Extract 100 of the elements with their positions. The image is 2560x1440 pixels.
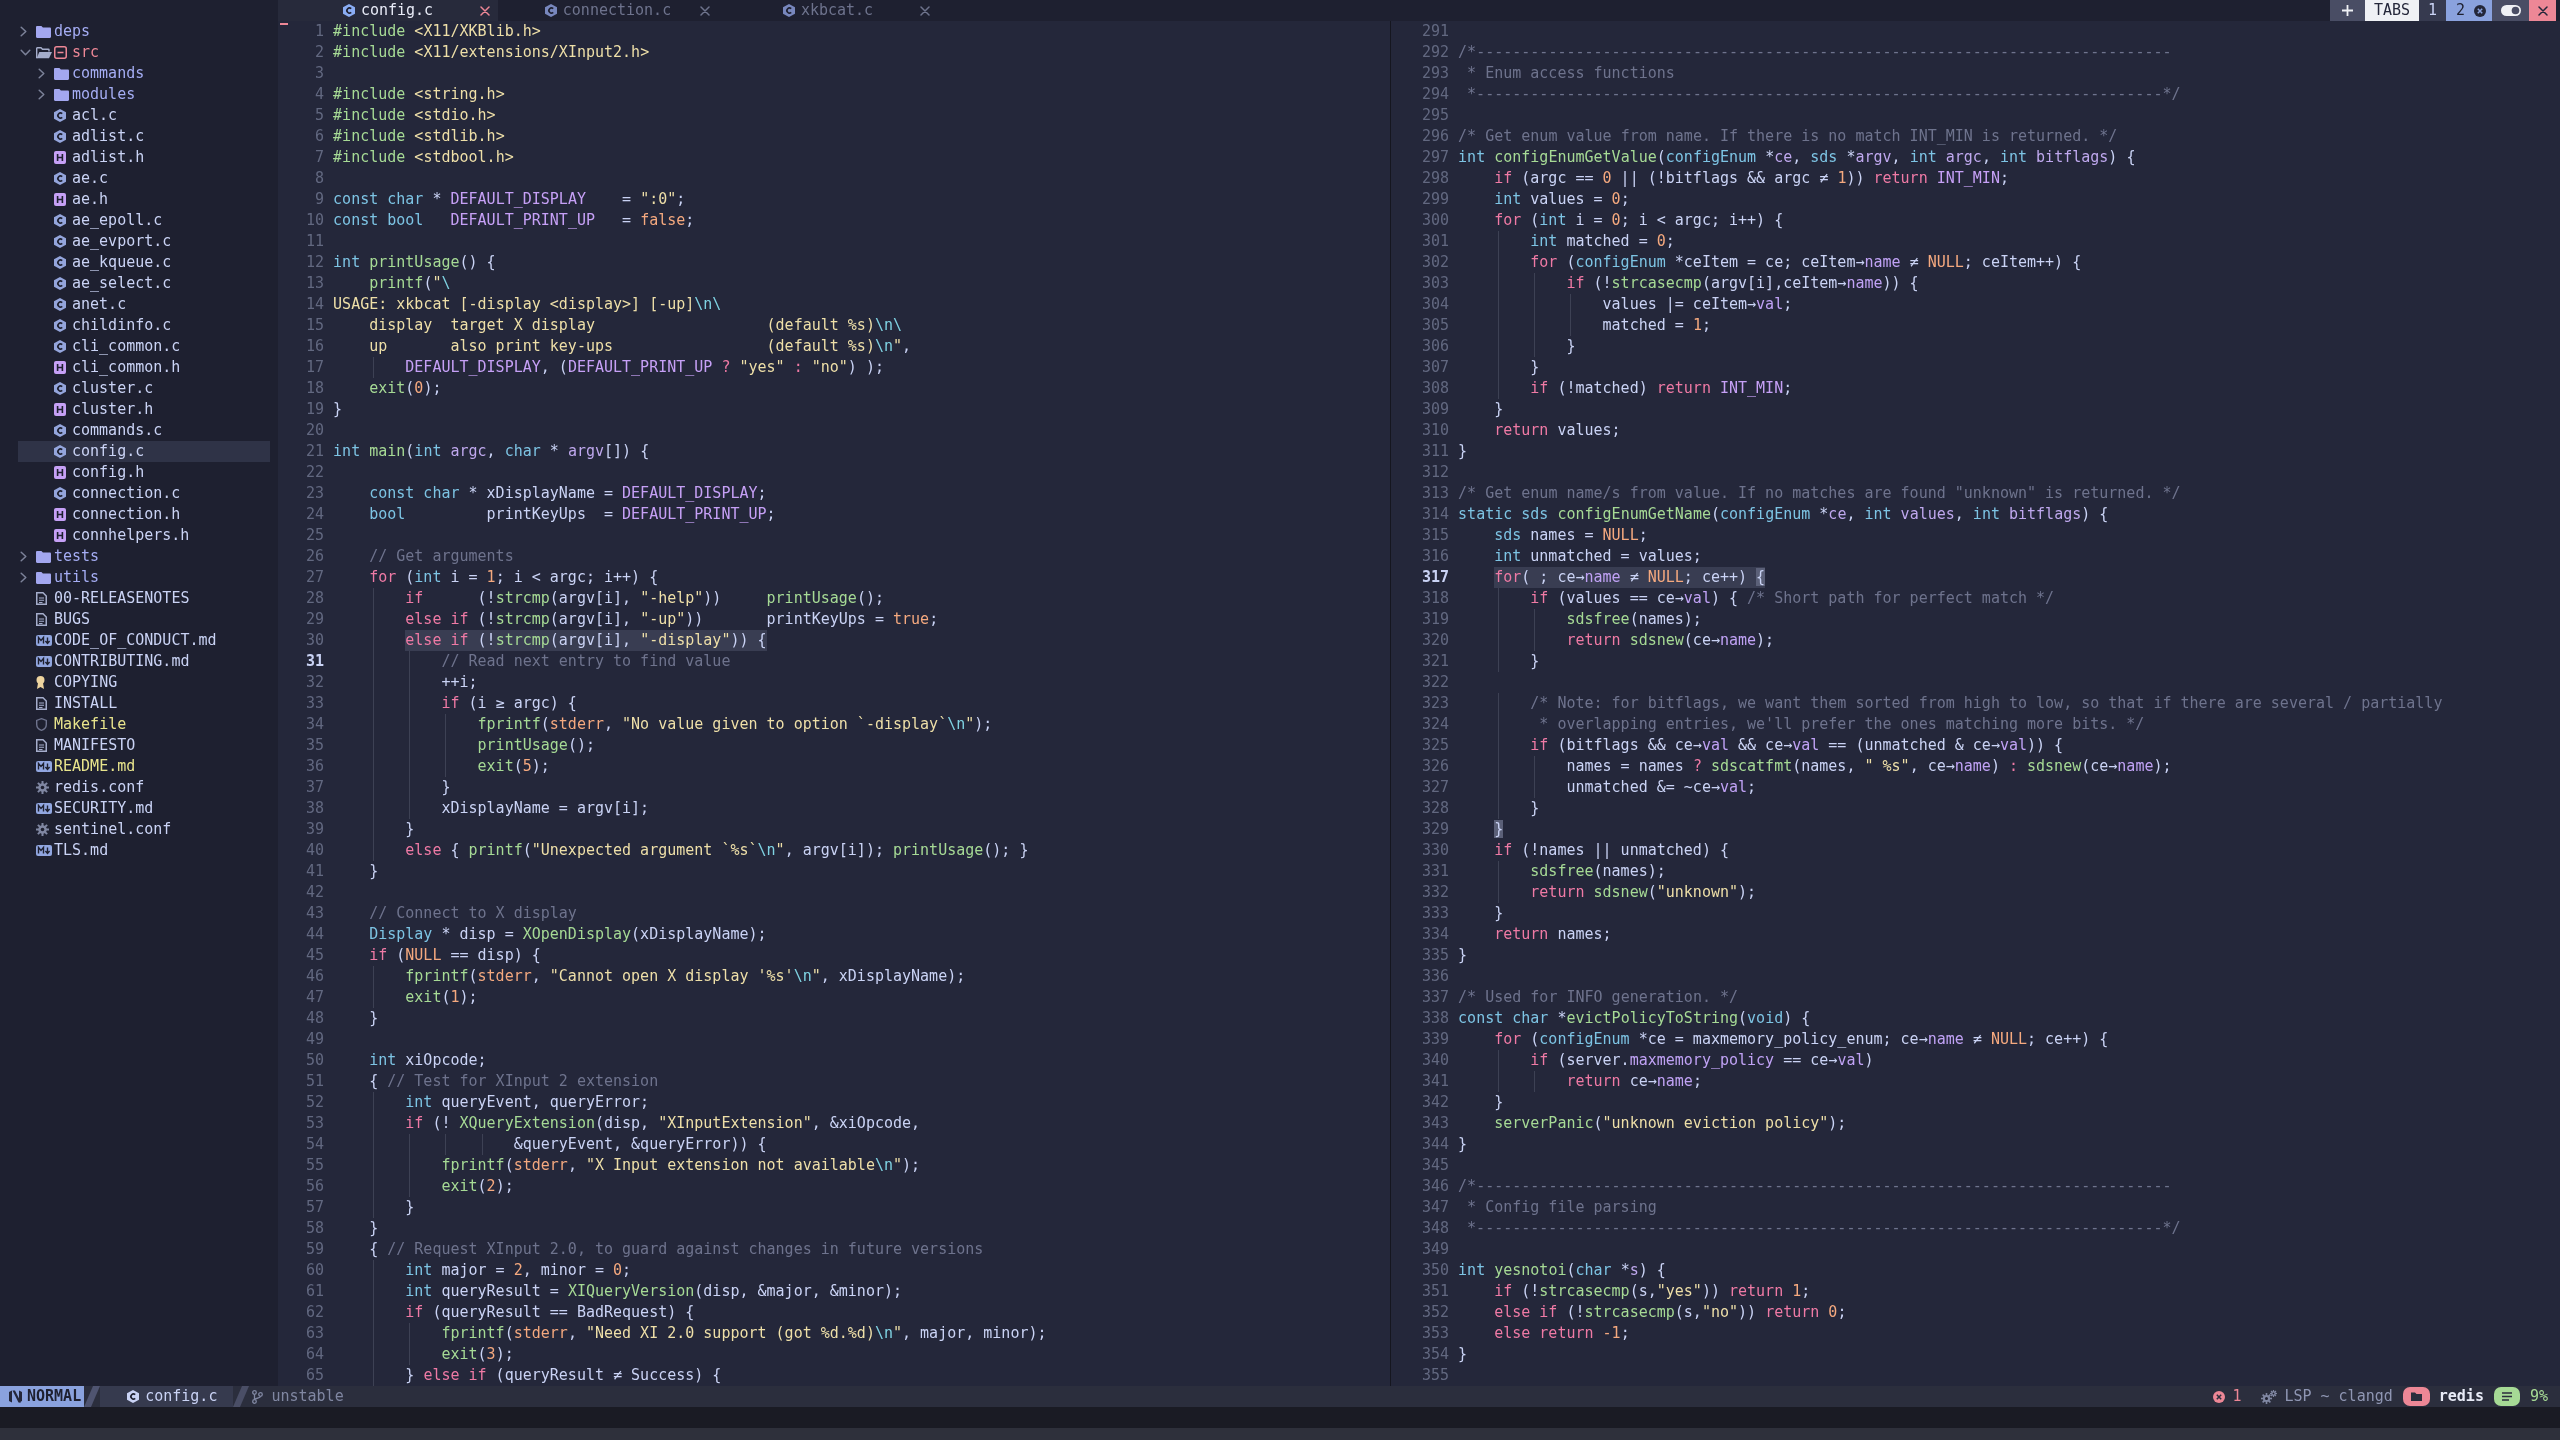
line-number: 6 [315,126,325,147]
code-line: exit(1); [405,987,478,1008]
line-number: 317 [1422,567,1450,588]
line-number: 14 [306,294,325,315]
file-tree-item[interactable]: cluster.h [54,399,154,420]
branch-name: unstable [271,1386,344,1407]
code-line: /*----------------------------------------------------------------------------- [1458,1176,2172,1197]
file-tree-item[interactable]: COPYING [36,672,118,693]
file-tree-item[interactable]: CODE_OF_CONDUCT.md [36,630,217,651]
code-line: else return -1; [1494,1323,1630,1344]
code-line: const char * xDisplayName = DEFAULT_DISPLAY; [369,483,767,504]
file-tree-item[interactable]: TLS.md [36,840,109,861]
line-number: 322 [1422,672,1450,693]
code-line: } [369,1008,379,1029]
editor-tab[interactable]: config.c [278,0,498,21]
file-tree-item[interactable]: connection.c [54,483,181,504]
close-icon[interactable] [480,5,490,16]
file-tree-item[interactable]: acl.c [54,105,118,126]
c-file-icon [54,130,66,143]
file-tree-item[interactable]: SECURITY.md [36,798,154,819]
file-tree-item[interactable]: config.h [54,462,145,483]
tabpage-tab[interactable]: 1 [2418,0,2446,21]
line-number: 18 [306,378,325,399]
file-tree-item[interactable]: ae_kqueue.c [54,252,172,273]
file-tree-item[interactable]: adlist.c [54,126,145,147]
line-number: 331 [1422,861,1450,882]
code-line: up also print key-ups (default %s)\n", [369,336,912,357]
file-tree-item[interactable]: deps [18,21,91,42]
file-tree-item[interactable]: MANIFESTO [36,735,136,756]
line-number: 9 [315,189,325,210]
file-tree-item[interactable]: commands [36,63,145,84]
code-line: for (configEnum *ceItem = ce; ceItem→name ≠ NULL; ceItem++) { [1530,252,2082,273]
file-tree-item[interactable]: adlist.h [54,147,145,168]
file-tree-item[interactable]: ae_epoll.c [54,210,163,231]
file-tree-item[interactable]: ae.c [54,168,109,189]
line-number: 329 [1422,819,1450,840]
code-line: if (bitflags && ce→val && ce→val == (unmatched & ce→val)) { [1530,735,2064,756]
file-tree-item[interactable]: CONTRIBUTING.md [36,651,190,672]
file-tree-item[interactable]: sentinel.conf [36,819,172,840]
line-number: 351 [1422,1281,1450,1302]
c-file-icon [54,256,66,269]
file-tree-item[interactable]: connhelpers.h [54,525,190,546]
file-tree-item[interactable]: ae_evport.c [54,231,172,252]
file-tree-item[interactable]: commands.c [54,420,163,441]
close-icon[interactable] [2474,4,2486,17]
line-number: 314 [1422,504,1450,525]
logo-icon [9,1390,22,1403]
code-line: if (!matched) return INT_MIN; [1530,378,1793,399]
code-line: int printUsage() { [333,252,496,273]
file-tree-item[interactable]: modules [36,84,136,105]
code-line: /*----------------------------------------------------------------------------- [1458,42,2172,63]
file-tree-item[interactable]: ae.h [54,189,109,210]
file-tree-item[interactable]: 00-RELEASENOTES [36,588,190,609]
file-tree-item[interactable]: redis.conf [36,777,145,798]
code-line: return sdsnew("unknown"); [1530,882,1757,903]
line-number: 310 [1422,420,1450,441]
line-number: 296 [1422,126,1450,147]
markdown-icon [36,761,52,772]
tabpage-tab[interactable]: 2 [2445,0,2492,21]
code-line: else { printf("Unexpected argument `%s`\n", argv[i]); printUsage(); } [405,840,1029,861]
code-line: } [441,777,451,798]
file-tree-item[interactable]: connection.h [54,504,181,525]
close-icon[interactable] [920,5,930,16]
line-number: 31 [306,651,325,672]
file-tree-item[interactable]: cli_common.h [54,357,181,378]
header-file-icon [54,193,66,206]
command-line-field[interactable] [0,1407,2560,1428]
file-tree-item[interactable]: config.c [18,441,270,462]
new-tab-button[interactable] [2329,0,2365,21]
code-line: if (queryResult == BadRequest) { [405,1302,695,1323]
file-tree-item[interactable]: cluster.c [54,378,154,399]
code-line: DEFAULT_DISPLAY, (DEFAULT_PRINT_UP ? "yes" : "no") ); [405,357,884,378]
gears-icon [2261,1389,2278,1404]
close-icon[interactable] [700,5,710,16]
line-number: 355 [1422,1365,1450,1386]
file-tree-item[interactable]: anet.c [54,294,127,315]
line-number: 65 [306,1365,325,1386]
file-tree-item[interactable]: Makefile [36,714,127,735]
code-line: #include <X11/extensions/XInput2.h> [333,42,650,63]
line-number: 335 [1422,945,1450,966]
close-button[interactable] [2529,0,2556,21]
file-tree-item[interactable]: BUGS [36,609,91,630]
code-line: #include <X11/XKBlib.h> [333,21,541,42]
line-number: 295 [1422,105,1450,126]
file-tree-item[interactable]: INSTALL [36,693,118,714]
line-number: 63 [306,1323,325,1344]
file-tree-item[interactable]: tests [18,546,100,567]
file-tree-item[interactable]: ae_select.c [54,273,172,294]
file-tree-item[interactable]: src [18,42,100,63]
c-file-icon [54,109,66,122]
folder-icon [36,550,51,563]
file-tree-item[interactable]: cli_common.c [54,336,181,357]
line-number: 306 [1422,336,1450,357]
file-tree-item[interactable]: utils [18,567,100,588]
code-line: exit(3); [441,1344,514,1365]
file-tree-item[interactable]: README.md [36,756,136,777]
line-number: 330 [1422,840,1450,861]
toggle-button[interactable] [2492,0,2529,21]
line-number: 352 [1422,1302,1450,1323]
file-tree-item[interactable]: childinfo.c [54,315,172,336]
